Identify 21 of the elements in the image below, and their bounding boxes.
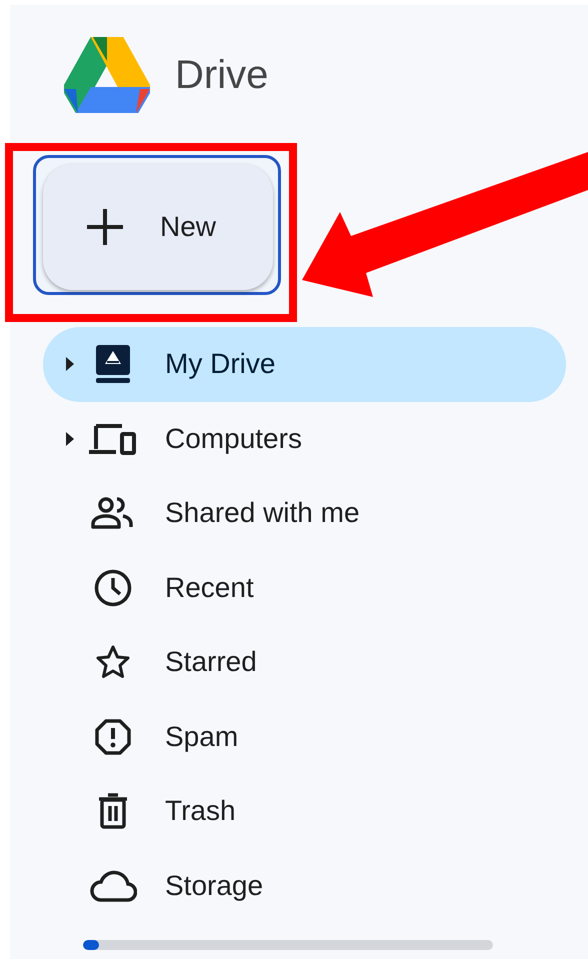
caret-icon — [66, 357, 74, 372]
cloud-icon — [89, 870, 137, 902]
app-title: Drive — [175, 52, 268, 98]
sidebar-item[interactable]: Storage — [43, 848, 566, 923]
warning-icon — [95, 718, 131, 755]
drive-icon — [96, 345, 130, 384]
sidebar-item[interactable]: Spam — [43, 700, 566, 774]
devices-icon — [89, 422, 137, 455]
sidebar-item[interactable]: Recent — [43, 550, 566, 625]
plus-icon — [85, 207, 125, 247]
sidebar-item[interactable]: Trash — [43, 774, 566, 848]
sidebar-item[interactable]: My Drive — [43, 327, 566, 402]
sidebar-item[interactable]: Computers — [43, 402, 566, 476]
sidebar-item[interactable]: Shared with me — [43, 476, 566, 550]
new-button[interactable]: New — [43, 164, 273, 290]
clock-icon — [94, 568, 132, 607]
star-icon — [95, 644, 131, 680]
caret-icon — [66, 432, 74, 446]
trash-icon — [98, 793, 128, 830]
people-icon — [91, 497, 135, 530]
sidebar-item[interactable]: Starred — [43, 625, 566, 700]
